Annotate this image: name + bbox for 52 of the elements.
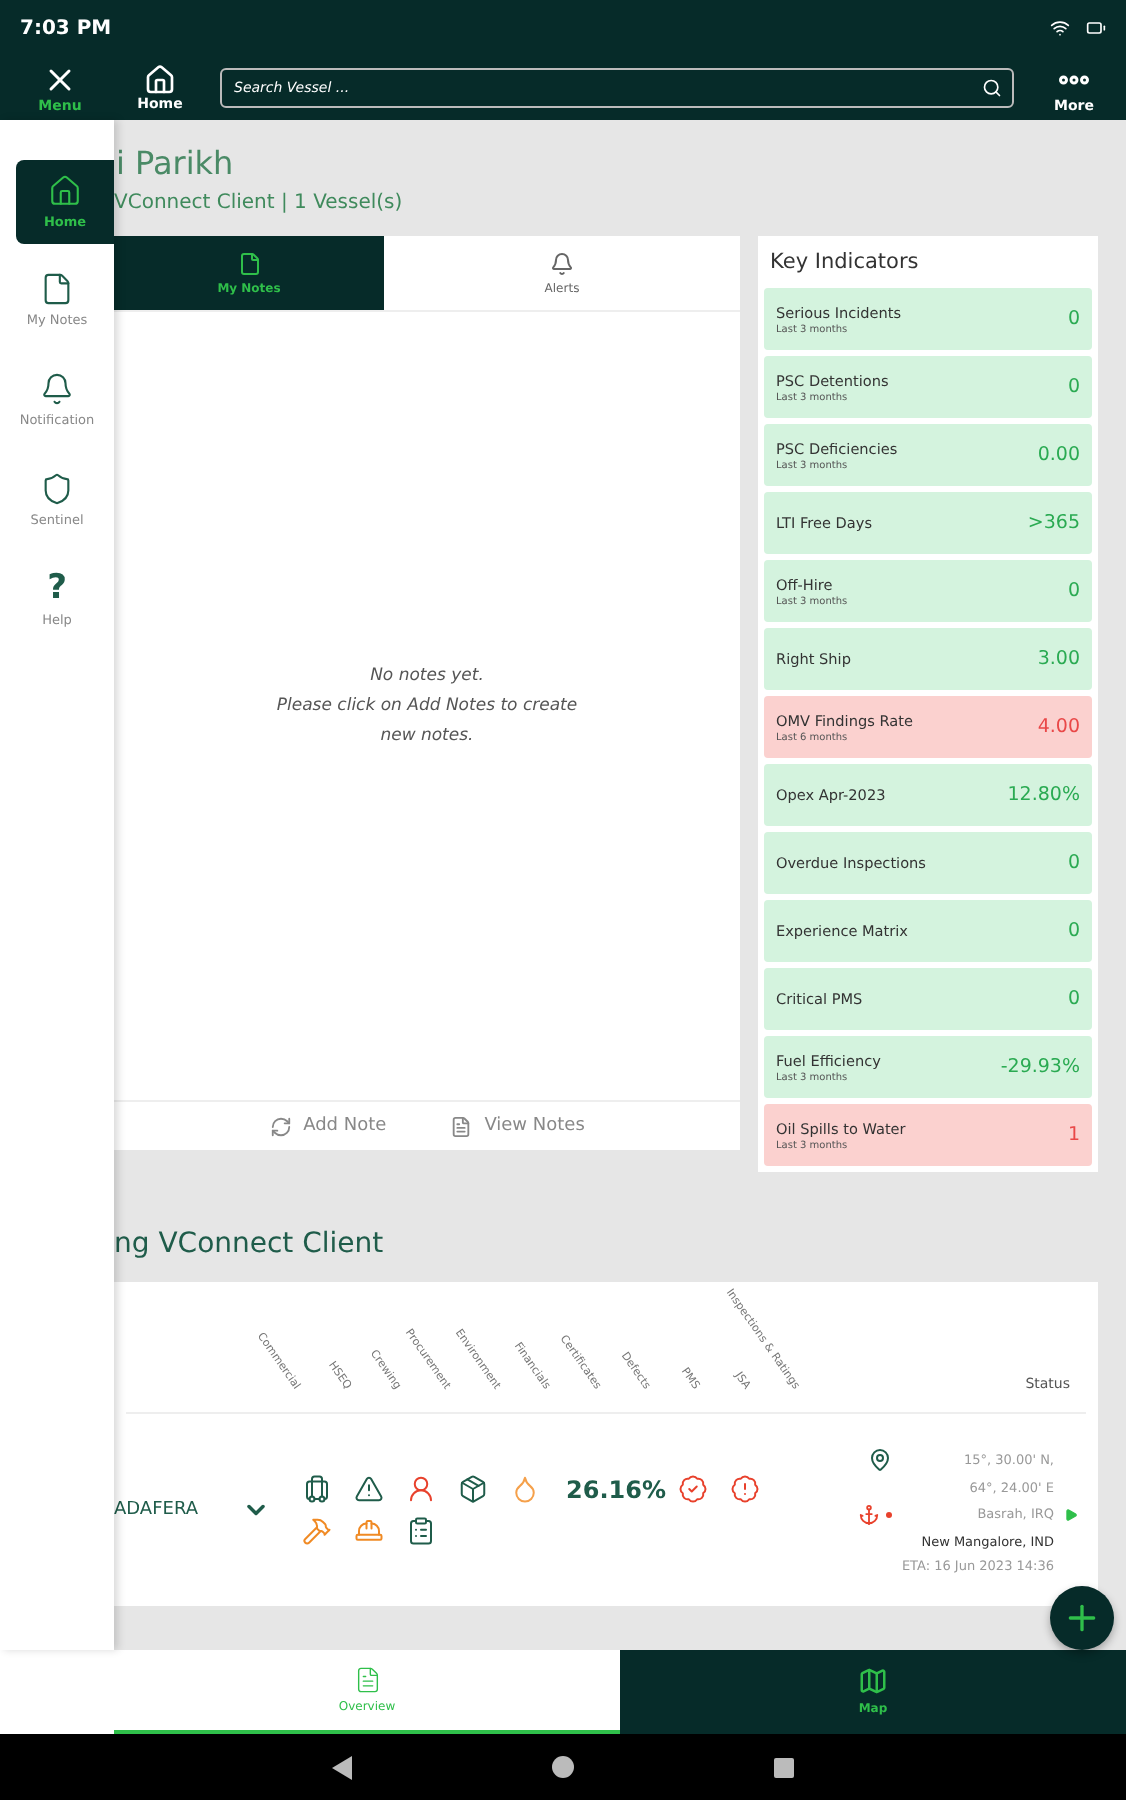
person-icon[interactable] [406, 1474, 436, 1504]
user-name: i Parikh [114, 144, 236, 182]
indicator-value: 1 [1067, 1124, 1080, 1146]
shield-icon [40, 472, 74, 506]
warning-icon[interactable] [354, 1474, 384, 1504]
battery-icon [1086, 18, 1106, 38]
card-title: Key Indicators [768, 248, 921, 278]
account-subtitle: VConnect Client | 1 Vessel(s) [114, 192, 405, 214]
indicator-value: 12.80% [1007, 784, 1080, 806]
section-title: ng VConnect Client [114, 1228, 386, 1260]
bell-icon [40, 372, 74, 406]
indicator-value: >365 [1027, 512, 1080, 534]
indicator-value: 4.00 [1037, 716, 1080, 738]
luggage-icon[interactable] [302, 1474, 332, 1504]
wifi-icon [1050, 18, 1070, 38]
note-action-link[interactable]: Add Note [257, 1113, 399, 1139]
clipboard-icon[interactable] [406, 1516, 436, 1546]
document-icon [237, 251, 261, 275]
clock-time: 7:03 PM [20, 17, 112, 39]
question-icon[interactable]: ? [47, 572, 67, 606]
bell-icon [550, 251, 574, 275]
recents-icon[interactable] [774, 1757, 794, 1777]
add-button[interactable] [1050, 1586, 1114, 1650]
indicator-value: 0 [1067, 920, 1080, 942]
indicator-value: 0 [1067, 308, 1080, 330]
indicator-value: 0.00 [1037, 444, 1080, 466]
add-note-icon [269, 1115, 292, 1137]
overview-icon [353, 1666, 381, 1694]
anchor-icon [857, 1503, 892, 1525]
badge-alert-icon[interactable] [729, 1474, 760, 1504]
play-icon [1064, 1507, 1078, 1521]
indicator-value: 0 [1067, 988, 1080, 1010]
indicator-value: 3.00 [1037, 648, 1080, 670]
indicator-value: -29.93% [1000, 1056, 1080, 1078]
home-nav-icon[interactable] [552, 1756, 574, 1778]
indicator-value: 0 [1067, 580, 1080, 602]
back-icon[interactable] [332, 1755, 352, 1779]
location-pin-icon [867, 1447, 892, 1471]
home-icon [48, 174, 82, 208]
score-value: 26.16% [564, 1475, 668, 1503]
vessel-name[interactable]: ADAFERA [114, 1500, 242, 1520]
home-icon[interactable] [144, 64, 176, 96]
search-icon[interactable] [982, 78, 1002, 98]
empty-notes-message: No notes yet. Please click on Add Notes to create new notes. [276, 663, 578, 749]
indicator-value: 0 [1067, 852, 1080, 874]
indicator-value: 0 [1067, 376, 1080, 398]
document-icon [40, 272, 74, 306]
note-action-link[interactable]: View Notes [438, 1113, 597, 1139]
badge-check-icon[interactable] [677, 1474, 708, 1504]
map-icon [858, 1665, 888, 1695]
box-icon[interactable] [458, 1474, 488, 1504]
document-icon [450, 1115, 473, 1137]
